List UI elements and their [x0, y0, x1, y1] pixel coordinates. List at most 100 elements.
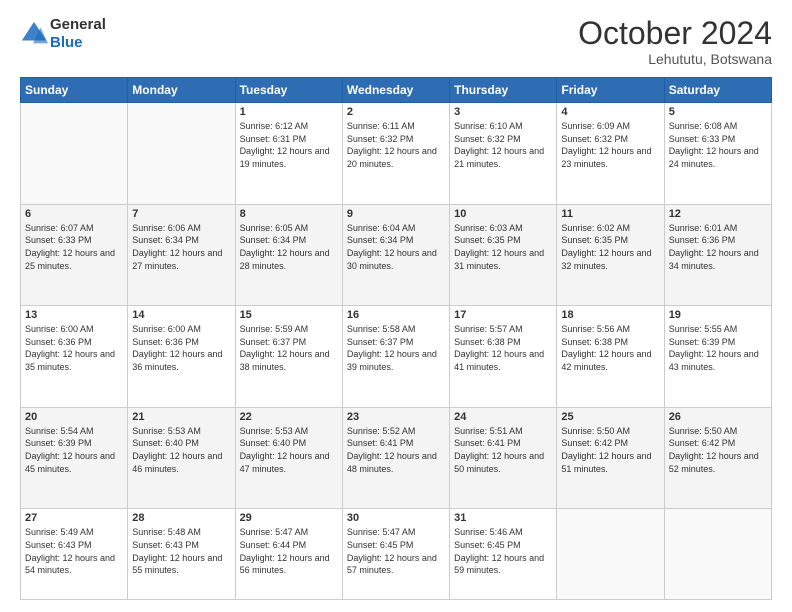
day-info: Sunrise: 5:55 AMSunset: 6:39 PMDaylight:… — [669, 323, 767, 373]
day-info: Sunrise: 5:56 AMSunset: 6:38 PMDaylight:… — [561, 323, 659, 373]
table-cell: 5 Sunrise: 6:08 AMSunset: 6:33 PMDaylight… — [664, 103, 771, 205]
table-cell — [664, 509, 771, 600]
col-tuesday: Tuesday — [235, 78, 342, 103]
day-number: 2 — [347, 106, 445, 118]
day-number: 9 — [347, 208, 445, 220]
calendar-week-row: 6 Sunrise: 6:07 AMSunset: 6:33 PMDaylight… — [21, 204, 772, 306]
day-number: 27 — [25, 512, 123, 524]
table-cell: 2 Sunrise: 6:11 AMSunset: 6:32 PMDaylight… — [342, 103, 449, 205]
day-number: 3 — [454, 106, 552, 118]
day-number: 23 — [347, 411, 445, 423]
table-cell: 1 Sunrise: 6:12 AMSunset: 6:31 PMDaylight… — [235, 103, 342, 205]
logo-icon — [20, 20, 48, 48]
day-number: 19 — [669, 309, 767, 321]
day-info: Sunrise: 5:59 AMSunset: 6:37 PMDaylight:… — [240, 323, 338, 373]
logo-blue-text: Blue — [50, 34, 83, 51]
day-info: Sunrise: 6:00 AMSunset: 6:36 PMDaylight:… — [25, 323, 123, 373]
calendar-table: Sunday Monday Tuesday Wednesday Thursday… — [20, 77, 772, 600]
table-cell: 10 Sunrise: 6:03 AMSunset: 6:35 PMDayligh… — [450, 204, 557, 306]
calendar-week-row: 13 Sunrise: 6:00 AMSunset: 6:36 PMDayligh… — [21, 306, 772, 408]
day-info: Sunrise: 5:47 AMSunset: 6:44 PMDaylight:… — [240, 526, 338, 576]
day-number: 31 — [454, 512, 552, 524]
table-cell: 23 Sunrise: 5:52 AMSunset: 6:41 PMDayligh… — [342, 407, 449, 509]
day-number: 21 — [132, 411, 230, 423]
table-cell: 25Sunrise: 5:50 AMSunset: 6:42 PMDayligh… — [557, 407, 664, 509]
header: General Blue October 2024 Lehututu, Bots… — [20, 16, 772, 67]
day-info: Sunrise: 6:03 AMSunset: 6:35 PMDaylight:… — [454, 222, 552, 272]
location: Lehututu, Botswana — [578, 51, 772, 67]
table-cell: 22Sunrise: 5:53 AMSunset: 6:40 PMDayligh… — [235, 407, 342, 509]
table-cell: 14Sunrise: 6:00 AMSunset: 6:36 PMDayligh… — [128, 306, 235, 408]
day-number: 8 — [240, 208, 338, 220]
calendar-week-row: 20Sunrise: 5:54 AMSunset: 6:39 PMDayligh… — [21, 407, 772, 509]
table-cell: 13 Sunrise: 6:00 AMSunset: 6:36 PMDayligh… — [21, 306, 128, 408]
table-cell: 26Sunrise: 5:50 AMSunset: 6:42 PMDayligh… — [664, 407, 771, 509]
day-info: Sunrise: 6:12 AMSunset: 6:31 PMDaylight:… — [240, 120, 338, 170]
calendar-week-row: 27 Sunrise: 5:49 AMSunset: 6:43 PMDayligh… — [21, 509, 772, 600]
day-info: Sunrise: 6:09 AMSunset: 6:32 PMDaylight:… — [561, 120, 659, 170]
day-info: Sunrise: 6:08 AMSunset: 6:33 PMDaylight:… — [669, 120, 767, 170]
day-number: 18 — [561, 309, 659, 321]
table-cell: 4 Sunrise: 6:09 AMSunset: 6:32 PMDaylight… — [557, 103, 664, 205]
col-monday: Monday — [128, 78, 235, 103]
table-cell: 20Sunrise: 5:54 AMSunset: 6:39 PMDayligh… — [21, 407, 128, 509]
col-saturday: Saturday — [664, 78, 771, 103]
table-cell: 27 Sunrise: 5:49 AMSunset: 6:43 PMDayligh… — [21, 509, 128, 600]
day-info: Sunrise: 6:06 AMSunset: 6:34 PMDaylight:… — [132, 222, 230, 272]
title-block: October 2024 Lehututu, Botswana — [578, 16, 772, 67]
table-cell: 18 Sunrise: 5:56 AMSunset: 6:38 PMDayligh… — [557, 306, 664, 408]
col-wednesday: Wednesday — [342, 78, 449, 103]
table-cell: 8 Sunrise: 6:05 AMSunset: 6:34 PMDaylight… — [235, 204, 342, 306]
day-number: 29 — [240, 512, 338, 524]
day-info: Sunrise: 6:01 AMSunset: 6:36 PMDaylight:… — [669, 222, 767, 272]
day-number: 14 — [132, 309, 230, 321]
calendar-week-row: 1 Sunrise: 6:12 AMSunset: 6:31 PMDaylight… — [21, 103, 772, 205]
day-number: 16 — [347, 309, 445, 321]
day-info: Sunrise: 5:49 AMSunset: 6:43 PMDaylight:… — [25, 526, 123, 576]
table-cell: 6 Sunrise: 6:07 AMSunset: 6:33 PMDaylight… — [21, 204, 128, 306]
table-cell: 28 Sunrise: 5:48 AMSunset: 6:43 PMDayligh… — [128, 509, 235, 600]
table-cell: 3Sunrise: 6:10 AMSunset: 6:32 PMDaylight… — [450, 103, 557, 205]
day-info: Sunrise: 5:53 AMSunset: 6:40 PMDaylight:… — [240, 425, 338, 475]
day-info: Sunrise: 5:48 AMSunset: 6:43 PMDaylight:… — [132, 526, 230, 576]
day-number: 4 — [561, 106, 659, 118]
table-cell: 16Sunrise: 5:58 AMSunset: 6:37 PMDayligh… — [342, 306, 449, 408]
day-number: 11 — [561, 208, 659, 220]
day-info: Sunrise: 6:11 AMSunset: 6:32 PMDaylight:… — [347, 120, 445, 170]
day-number: 15 — [240, 309, 338, 321]
table-cell — [557, 509, 664, 600]
day-info: Sunrise: 6:07 AMSunset: 6:33 PMDaylight:… — [25, 222, 123, 272]
calendar-header: Sunday Monday Tuesday Wednesday Thursday… — [21, 78, 772, 103]
logo: General Blue — [20, 16, 106, 52]
day-number: 5 — [669, 106, 767, 118]
day-info: Sunrise: 5:52 AMSunset: 6:41 PMDaylight:… — [347, 425, 445, 475]
table-cell: 21Sunrise: 5:53 AMSunset: 6:40 PMDayligh… — [128, 407, 235, 509]
day-number: 13 — [25, 309, 123, 321]
day-number: 10 — [454, 208, 552, 220]
day-number: 28 — [132, 512, 230, 524]
table-cell: 19 Sunrise: 5:55 AMSunset: 6:39 PMDayligh… — [664, 306, 771, 408]
col-thursday: Thursday — [450, 78, 557, 103]
table-cell: 29 Sunrise: 5:47 AMSunset: 6:44 PMDayligh… — [235, 509, 342, 600]
day-number: 24 — [454, 411, 552, 423]
day-number: 6 — [25, 208, 123, 220]
table-cell: 17Sunrise: 5:57 AMSunset: 6:38 PMDayligh… — [450, 306, 557, 408]
table-cell: 31 Sunrise: 5:46 AMSunset: 6:45 PMDayligh… — [450, 509, 557, 600]
day-number: 7 — [132, 208, 230, 220]
day-number: 12 — [669, 208, 767, 220]
day-number: 30 — [347, 512, 445, 524]
table-cell: 24 Sunrise: 5:51 AMSunset: 6:41 PMDayligh… — [450, 407, 557, 509]
col-friday: Friday — [557, 78, 664, 103]
day-info: Sunrise: 6:02 AMSunset: 6:35 PMDaylight:… — [561, 222, 659, 272]
day-number: 1 — [240, 106, 338, 118]
table-cell: 7 Sunrise: 6:06 AMSunset: 6:34 PMDaylight… — [128, 204, 235, 306]
table-cell: 9Sunrise: 6:04 AMSunset: 6:34 PMDaylight… — [342, 204, 449, 306]
logo-general-text: General — [50, 16, 106, 33]
day-info: Sunrise: 5:46 AMSunset: 6:45 PMDaylight:… — [454, 526, 552, 576]
table-cell: 30 Sunrise: 5:47 AMSunset: 6:45 PMDayligh… — [342, 509, 449, 600]
day-info: Sunrise: 6:05 AMSunset: 6:34 PMDaylight:… — [240, 222, 338, 272]
day-info: Sunrise: 5:47 AMSunset: 6:45 PMDaylight:… — [347, 526, 445, 576]
day-number: 17 — [454, 309, 552, 321]
header-row: Sunday Monday Tuesday Wednesday Thursday… — [21, 78, 772, 103]
day-info: Sunrise: 5:51 AMSunset: 6:41 PMDaylight:… — [454, 425, 552, 475]
